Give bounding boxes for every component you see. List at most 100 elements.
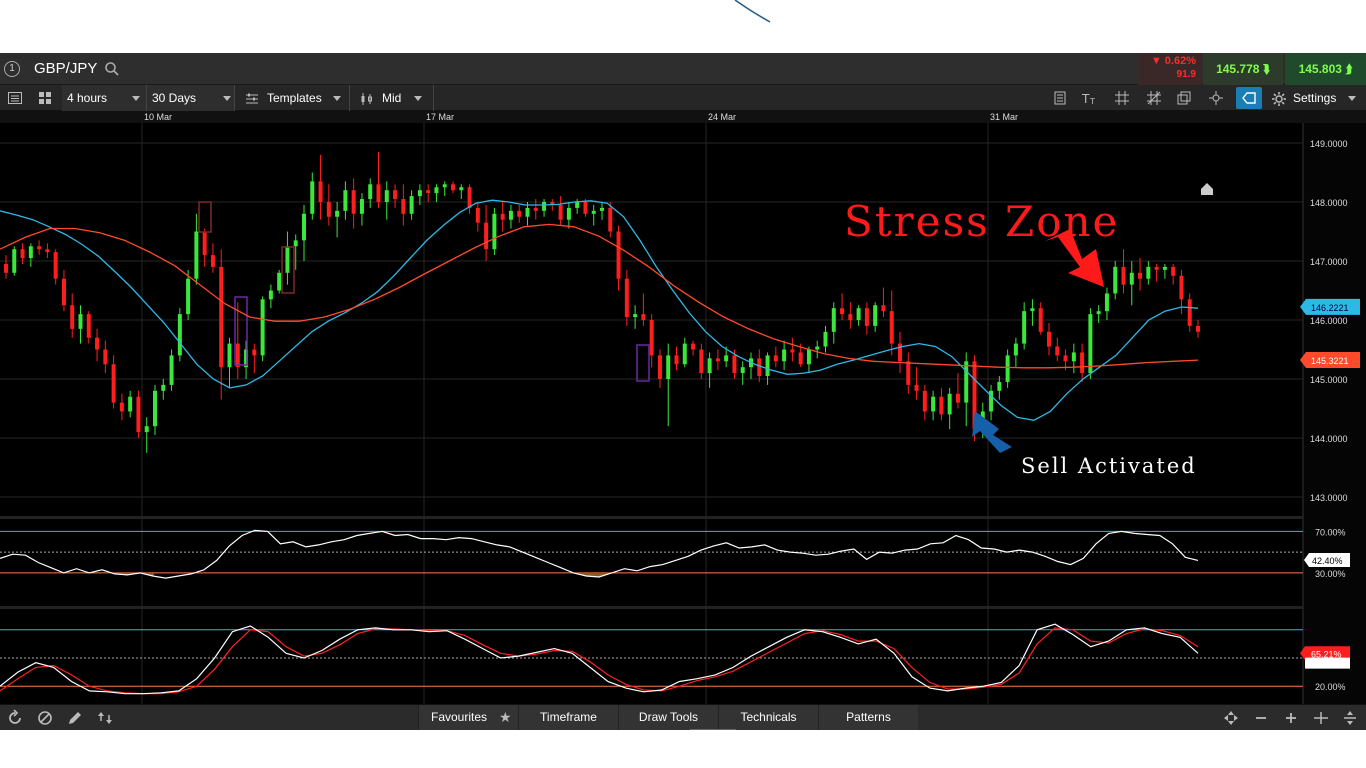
text-size-icon[interactable]: TT (1081, 90, 1098, 106)
candle-body (1171, 266, 1176, 276)
candle-body (12, 249, 17, 273)
rsi-axis-label: 30.00% (1315, 569, 1346, 579)
candle-body (442, 184, 447, 188)
rsi-value-label: 42.40% (1312, 556, 1343, 566)
chart-area[interactable]: 10 Mar 17 Mar 24 Mar 31 Mar 149.0000 148.0000… (0, 111, 1366, 707)
timeframe-tab[interactable]: Timeframe (518, 705, 618, 731)
crosshair-icon[interactable] (1208, 90, 1224, 106)
candle-body (873, 305, 878, 326)
candle-body (533, 207, 538, 211)
candle-body (61, 278, 66, 306)
candle-body (186, 278, 191, 315)
candle-body (335, 210, 340, 217)
technicals-tab[interactable]: Technicals (718, 705, 818, 731)
stoch-axis-label: 20.00% (1315, 682, 1346, 692)
pattern-box (198, 201, 212, 233)
candle-body (583, 202, 588, 214)
candle-body (252, 349, 257, 356)
blue-arrow-icon (972, 411, 1012, 453)
candle-body (649, 320, 654, 356)
candle-body (765, 355, 770, 377)
candle-body (169, 355, 174, 385)
symbol-name[interactable]: GBP/JPY (34, 60, 97, 77)
candle-body (95, 337, 100, 350)
candle-body (318, 181, 323, 202)
expand-horizontal-icon[interactable] (1312, 709, 1330, 727)
stoch-second-tag (1305, 657, 1350, 669)
candle-body (806, 349, 811, 365)
candle-body (633, 314, 638, 318)
templates-select[interactable]: Templates (237, 85, 350, 111)
candle-body (1013, 343, 1018, 356)
interval-select[interactable]: 4 hours (62, 85, 147, 111)
menu-icon[interactable] (7, 90, 23, 106)
draw-tools-tab[interactable]: Draw Tools (618, 705, 718, 731)
sell-activated-annotation: Sell Activated (1021, 454, 1197, 478)
rsi-axis-label: 70.00% (1315, 527, 1346, 537)
range-label: 30 Days (152, 91, 197, 105)
candle-body (467, 187, 472, 208)
candle-body (1038, 308, 1043, 332)
price-chart-svg[interactable]: 10 Mar 17 Mar 24 Mar 31 Mar 149.0000 148.0000… (0, 111, 1366, 707)
candle-body (889, 311, 894, 344)
patterns-tab[interactable]: Patterns (818, 705, 918, 731)
zoom-in-icon[interactable] (1282, 709, 1300, 727)
no-entry-icon[interactable] (36, 709, 54, 727)
favourites-label: Favourites (431, 710, 488, 724)
templates-icon (244, 90, 260, 106)
change-points: 91.9 (1176, 69, 1196, 80)
price-type-label: Mid (382, 91, 402, 105)
candle-body (906, 361, 911, 385)
candle-body (210, 255, 215, 267)
candle-body (177, 314, 182, 356)
candle-body (1187, 299, 1192, 326)
candle-body (1030, 308, 1035, 312)
sell-price-button[interactable]: 145.778 ⮯ (1203, 53, 1283, 85)
candle-body (161, 384, 166, 391)
chart-index-badge[interactable]: 1 (4, 61, 20, 77)
zoom-out-icon[interactable] (1252, 709, 1270, 727)
candle-body (624, 278, 629, 318)
settings-button[interactable]: Settings (1268, 85, 1366, 111)
price-tag-toggle-icon[interactable] (1236, 87, 1262, 109)
candle-body (740, 367, 745, 374)
candle-body (914, 384, 919, 391)
candle-body (997, 381, 1002, 391)
templates-label: Templates (267, 91, 322, 105)
pencil-icon[interactable] (66, 709, 84, 727)
candle-body (1179, 275, 1184, 300)
candle-body (326, 202, 331, 217)
candle-body (28, 246, 33, 259)
refresh-icon[interactable] (6, 709, 24, 727)
objects-list-icon[interactable] (1052, 90, 1068, 106)
swap-icon[interactable] (96, 709, 114, 727)
range-select[interactable]: 30 Days (147, 85, 235, 111)
candle-body (401, 199, 406, 214)
price-type-select[interactable]: Mid (352, 85, 434, 111)
candle-body (1104, 293, 1109, 312)
fit-chart-icon[interactable] (1222, 709, 1240, 727)
favourites-tab[interactable]: Favourites ★ (418, 705, 518, 731)
candle-body (1047, 331, 1051, 347)
candle-body (715, 358, 720, 362)
clone-window-icon[interactable] (1176, 90, 1192, 106)
layout-grid-icon[interactable] (37, 90, 53, 106)
rsi-line (0, 529, 1199, 579)
candle-body (517, 210, 522, 217)
grid-icon[interactable] (1114, 90, 1130, 106)
candle-body (37, 246, 42, 250)
candle-body (302, 213, 306, 241)
buy-price-button[interactable]: 145.803 ⮭ (1285, 53, 1366, 85)
candle-body (699, 349, 704, 374)
candle-body (955, 393, 960, 403)
candle-body (964, 361, 969, 403)
search-icon[interactable] (104, 61, 120, 77)
daily-change: ▼ 0.62% 91.9 (1138, 53, 1202, 85)
price-axis-strip (1303, 123, 1366, 707)
candle-body (1096, 311, 1101, 315)
crosshair-grid-icon[interactable] (1146, 90, 1162, 106)
arrow-down-icon: ⮯ (1262, 62, 1270, 76)
y-axis-label: 148.0000 (1310, 198, 1348, 208)
candle-body (1154, 266, 1159, 270)
expand-vertical-icon[interactable] (1341, 709, 1359, 727)
